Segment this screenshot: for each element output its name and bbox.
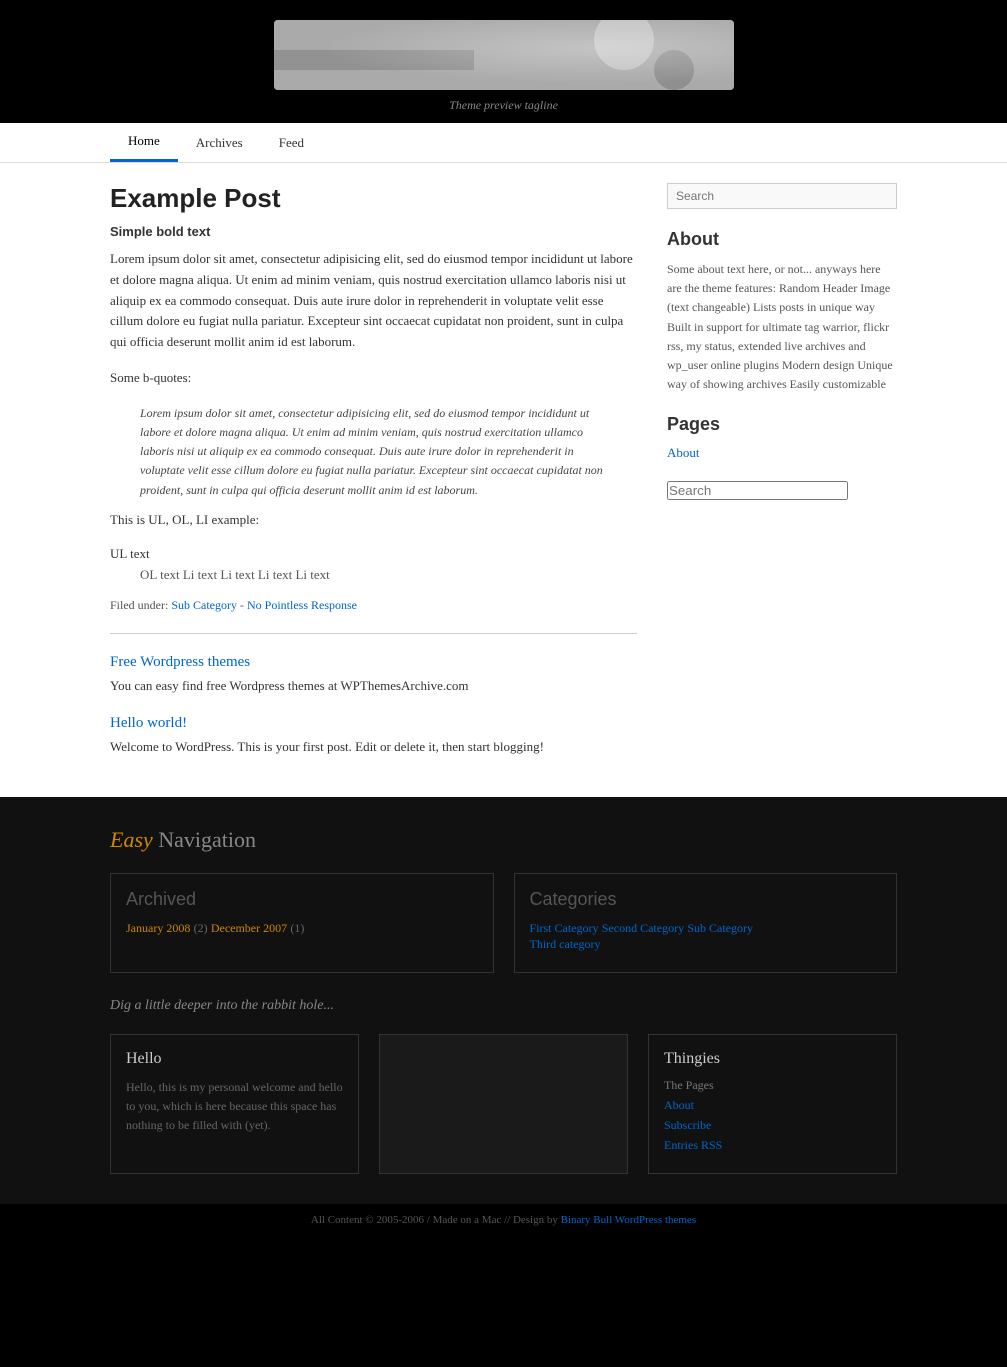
post-body: Lorem ipsum dolor sit amet, consectetur … bbox=[110, 249, 637, 353]
secondary-post-1-title[interactable]: Free Wordpress themes bbox=[110, 654, 637, 671]
sidebar-search-bottom bbox=[667, 481, 897, 500]
footer-cat-third[interactable]: Third category bbox=[530, 937, 601, 951]
footer-category-links: First Category Second Category Sub Categ… bbox=[530, 920, 882, 952]
sidebar-about-title: About bbox=[667, 229, 897, 250]
footer-archive-jan2008-count: (2) bbox=[194, 921, 208, 935]
footer-thingies-subscribe[interactable]: Subscribe bbox=[664, 1118, 881, 1133]
footer-bottom-text: All Content © 2005-2006 / Made on a Mac … bbox=[311, 1214, 558, 1226]
footer-easy-nav: Easy Navigation bbox=[110, 827, 897, 853]
nav-archives[interactable]: Archives bbox=[178, 125, 261, 161]
footer-dark: Easy Navigation Archived January 2008 (2… bbox=[0, 797, 1007, 1204]
post-list: UL text OL text Li text Li text Li text … bbox=[110, 546, 637, 583]
site-header: Theme preview tagline bbox=[0, 0, 1007, 123]
footer-hello-title: Hello bbox=[126, 1050, 343, 1068]
filed-under: Filed under: Sub Category - No Pointless… bbox=[110, 598, 637, 613]
footer-archive-dec2007[interactable]: December 2007 bbox=[211, 921, 287, 935]
sidebar-pages-about[interactable]: About bbox=[667, 445, 700, 460]
footer-middle-box bbox=[379, 1034, 628, 1174]
footer-archived-col: Archived January 2008 (2) December 2007 … bbox=[110, 873, 494, 973]
footer-thingies-about[interactable]: About bbox=[664, 1098, 881, 1113]
footer-easy: Easy bbox=[110, 827, 153, 852]
footer-categories-title: Categories bbox=[530, 889, 882, 910]
footer-thingies-rss[interactable]: Entries RSS bbox=[664, 1138, 881, 1153]
footer-archived-title: Archived bbox=[126, 889, 478, 910]
header-image bbox=[274, 20, 734, 90]
filed-link-nopointless[interactable]: No Pointless Response bbox=[247, 598, 357, 612]
footer-archive-dec2007-count: (1) bbox=[290, 921, 304, 935]
secondary-post-1: Free Wordpress themes You can easy find … bbox=[110, 654, 637, 696]
footer-archive-items: January 2008 (2) December 2007 (1) bbox=[126, 920, 478, 936]
post-subtitle: Simple bold text bbox=[110, 224, 637, 239]
post-divider bbox=[110, 633, 637, 634]
footer-bottom-link[interactable]: Binary Bull WordPress themes bbox=[561, 1214, 697, 1226]
sidebar-search-top bbox=[667, 183, 897, 209]
footer-thingies-box: Thingies The Pages About Subscribe Entri… bbox=[648, 1034, 897, 1174]
site-tagline: Theme preview tagline bbox=[0, 98, 1007, 113]
filed-under-label: Filed under: bbox=[110, 598, 168, 612]
footer-hello-body: Hello, this is my personal welcome and h… bbox=[126, 1078, 343, 1136]
footer-categories-col: Categories First Category Second Categor… bbox=[514, 873, 898, 973]
secondary-post-1-body: You can easy find free Wordpress themes … bbox=[110, 676, 637, 696]
sidebar-about-text: Some about text here, or not... anyways … bbox=[667, 260, 897, 394]
navigation-bar: Home Archives Feed bbox=[0, 123, 1007, 163]
footer-dig-deeper: Dig a little deeper into the rabbit hole… bbox=[110, 998, 897, 1014]
secondary-post-2-title[interactable]: Hello world! bbox=[110, 715, 637, 732]
footer-cat-second[interactable]: Second Category bbox=[602, 921, 684, 935]
post-blockquote: Lorem ipsum dolor sit amet, consectetur … bbox=[140, 404, 607, 500]
secondary-post-2: Hello world! Welcome to WordPress. This … bbox=[110, 715, 637, 757]
nav-home[interactable]: Home bbox=[110, 123, 178, 162]
filed-link-subcategory[interactable]: Sub Category bbox=[171, 598, 237, 612]
search-input-bottom[interactable] bbox=[667, 481, 848, 500]
footer-thingies-pages-label: The Pages bbox=[664, 1078, 881, 1093]
main-wrapper: Example Post Simple bold text Lorem ipsu… bbox=[0, 163, 1007, 797]
ul-ol-label: This is UL, OL, LI example: bbox=[110, 510, 637, 531]
main-post: Example Post Simple bold text Lorem ipsu… bbox=[110, 183, 637, 613]
footer-navigation: Navigation bbox=[153, 827, 256, 852]
footer-hello-box: Hello Hello, this is my personal welcome… bbox=[110, 1034, 359, 1174]
secondary-post-2-body: Welcome to WordPress. This is your first… bbox=[110, 737, 637, 757]
footer-bottom: All Content © 2005-2006 / Made on a Mac … bbox=[0, 1204, 1007, 1236]
nav-feed[interactable]: Feed bbox=[261, 125, 322, 161]
footer-cat-first[interactable]: First Category bbox=[530, 921, 599, 935]
some-bquotes-label: Some b-quotes: bbox=[110, 368, 637, 389]
ul-label: UL text bbox=[110, 546, 637, 562]
footer-archive-jan2008[interactable]: January 2008 bbox=[126, 921, 190, 935]
post-title: Example Post bbox=[110, 183, 637, 214]
ol-label: OL text Li text Li text Li text Li text bbox=[140, 567, 637, 583]
sidebar-pages-title: Pages bbox=[667, 414, 897, 435]
footer-bottom-row: Hello Hello, this is my personal welcome… bbox=[110, 1034, 897, 1174]
footer-thingies-title: Thingies bbox=[664, 1050, 881, 1068]
footer-cat-sub[interactable]: Sub Category bbox=[687, 921, 753, 935]
search-input-top[interactable] bbox=[667, 183, 897, 209]
footer-columns: Archived January 2008 (2) December 2007 … bbox=[110, 873, 897, 973]
sidebar: About Some about text here, or not... an… bbox=[667, 183, 897, 777]
main-content: Example Post Simple bold text Lorem ipsu… bbox=[110, 183, 637, 777]
filed-separator: - bbox=[240, 598, 247, 612]
